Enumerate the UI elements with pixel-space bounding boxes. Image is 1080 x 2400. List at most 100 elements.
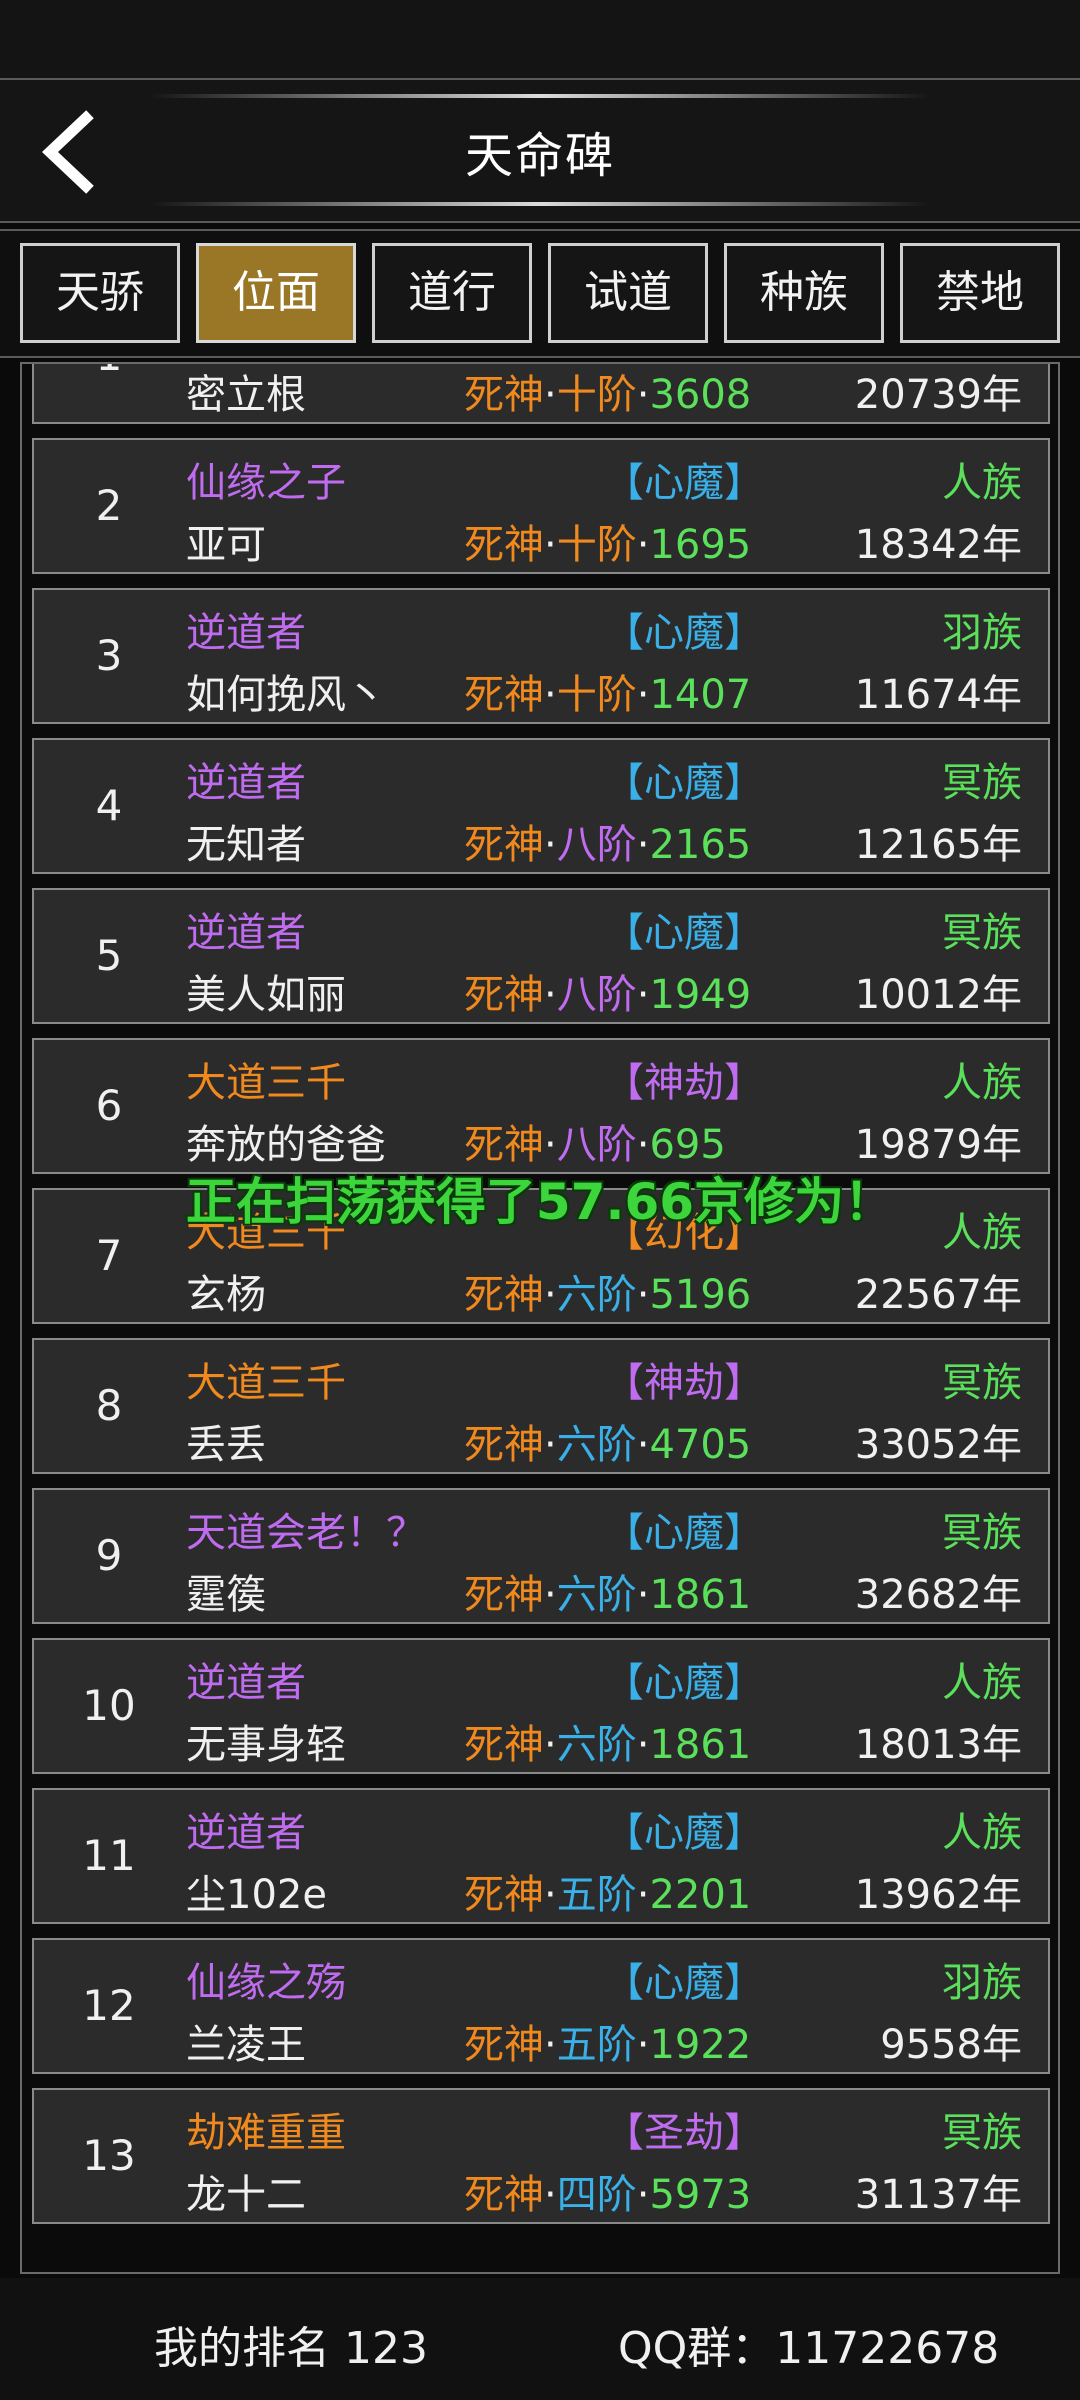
player-name: 龙十二: [186, 2172, 306, 2218]
separator-dot: ·: [636, 1572, 650, 1618]
race-label: 人族: [942, 1660, 1022, 1706]
tab-zhongzu[interactable]: 种族: [724, 243, 884, 343]
tab-bar: 天骄 位面 道行 试道 种族 禁地: [0, 229, 1080, 358]
realm-label: 死神: [464, 1272, 544, 1318]
cultivation-level: 死神·五阶·1922: [464, 2012, 751, 2070]
ranking-row[interactable]: 6 大道三千 【神劫】 人族 奔放的爸爸 死神·八阶·695 19879年: [32, 1038, 1050, 1174]
ranking-list-content: 1密立根死神·十阶·360820739年2仙缘之子【心魔】人族亚可死神·十阶·1…: [22, 364, 1058, 2272]
player-title: 逆道者: [186, 910, 306, 956]
separator-dot: ·: [636, 972, 650, 1018]
ranking-row[interactable]: 11 逆道者 【心魔】 人族 尘102e 死神·五阶·2201 13962年: [32, 1788, 1050, 1924]
separator-dot: ·: [636, 1722, 650, 1768]
tab-weimian[interactable]: 位面: [196, 243, 356, 343]
tab-shidao[interactable]: 试道: [548, 243, 708, 343]
tab-jindi[interactable]: 禁地: [900, 243, 1060, 343]
player-title: 大道三千: [186, 1060, 346, 1106]
tribulation-tag: 【心魔】: [604, 460, 764, 506]
rank-number: 12: [82, 1981, 136, 2030]
realm-label: 死神: [464, 522, 544, 568]
ranking-row[interactable]: 1密立根死神·十阶·360820739年: [32, 364, 1050, 424]
separator-dot: ·: [636, 822, 650, 868]
rank-number: 13: [82, 2131, 136, 2180]
race-label: 人族: [942, 1810, 1022, 1856]
rank-number: 10: [82, 1681, 136, 1730]
realm-label: 死神: [464, 822, 544, 868]
stage-label: 六阶: [556, 1272, 637, 1318]
race-label: 冥族: [942, 1510, 1022, 1556]
score-value: 2165: [649, 822, 752, 868]
rank-number: 6: [95, 1081, 123, 1130]
player-name: 无事身轻: [186, 1722, 346, 1768]
separator-dot: ·: [544, 2172, 557, 2218]
stage-label: 五阶: [556, 2022, 637, 2068]
score-value: 1949: [649, 972, 752, 1018]
rank-number: 3: [95, 631, 123, 680]
status-bar: [0, 0, 1080, 78]
player-name: 密立根: [186, 372, 306, 418]
score-value: 1861: [649, 1572, 752, 1618]
race-label: 人族: [942, 460, 1022, 506]
qq-group-label: QQ群：11722678: [618, 2323, 1000, 2374]
score-value: 1922: [649, 2022, 752, 2068]
score-value: 1695: [649, 522, 752, 568]
cultivation-level: 死神·四阶·5973: [464, 2162, 751, 2220]
ranking-row[interactable]: 8 大道三千 【神劫】 冥族 丢丢 死神·六阶·4705 33052年: [32, 1338, 1050, 1474]
years-value: 22567年: [854, 1272, 1022, 1318]
separator-dot: ·: [636, 2172, 650, 2218]
player-name: 尘102e: [186, 1872, 327, 1918]
player-title: 劫难重重: [186, 2110, 346, 2156]
tribulation-tag: 【神劫】: [604, 1060, 764, 1106]
ranking-row[interactable]: 9 天道会老！？ 【心魔】 冥族 霆篌 死神·六阶·1861 32682年: [32, 1488, 1050, 1624]
realm-label: 死神: [464, 372, 544, 418]
realm-label: 死神: [464, 2022, 544, 2068]
cultivation-level: 死神·五阶·2201: [464, 1862, 751, 1920]
player-name: 美人如丽: [186, 972, 346, 1018]
ranking-row[interactable]: 5 逆道者 【心魔】 冥族 美人如丽 死神·八阶·1949 10012年: [32, 888, 1050, 1024]
score-value: 1861: [649, 1722, 752, 1768]
player-title: 仙缘之殇: [186, 1960, 346, 2006]
years-value: 20739年: [854, 372, 1022, 418]
tab-tianjiao[interactable]: 天骄: [20, 243, 180, 343]
score-value: 1407: [649, 672, 752, 718]
stage-label: 十阶: [556, 372, 637, 418]
score-value: 3608: [649, 372, 752, 418]
separator-dot: ·: [544, 1422, 557, 1468]
ranking-row[interactable]: 10 逆道者 【心魔】 人族 无事身轻 死神·六阶·1861 18013年: [32, 1638, 1050, 1774]
race-label: 冥族: [942, 1360, 1022, 1406]
tribulation-tag: 【心魔】: [604, 1510, 764, 1556]
player-name: 玄杨: [186, 1272, 266, 1318]
ranking-row[interactable]: 2 仙缘之子 【心魔】 人族 亚可 死神·十阶·1695 18342年: [32, 438, 1050, 574]
realm-label: 死神: [464, 972, 544, 1018]
ranking-row[interactable]: 13 劫难重重 【圣劫】 冥族 龙十二 死神·四阶·5973 31137年: [32, 2088, 1050, 2224]
race-label: 冥族: [942, 910, 1022, 956]
rank-number: 9: [95, 1531, 123, 1580]
player-title: 仙缘之子: [186, 460, 346, 506]
rank-number: 11: [82, 1831, 136, 1880]
cultivation-level: 死神·六阶·5196: [464, 1262, 751, 1320]
realm-label: 死神: [464, 1872, 544, 1918]
ranking-row[interactable]: 4 逆道者 【心魔】 冥族 无知者 死神·八阶·2165 12165年: [32, 738, 1050, 874]
cultivation-level: 死神·十阶·1695: [464, 512, 751, 570]
separator-dot: ·: [544, 522, 557, 568]
player-title: 逆道者: [186, 610, 306, 656]
cultivation-level: 死神·六阶·1861: [464, 1562, 751, 1620]
years-value: 33052年: [854, 1422, 1022, 1468]
stage-label: 六阶: [556, 1572, 637, 1618]
ranking-row[interactable]: 12 仙缘之殇 【心魔】 羽族 兰凌王 死神·五阶·1922 9558年: [32, 1938, 1050, 2074]
my-rank-label: 我的排名 123: [154, 2323, 428, 2374]
tab-daoxing[interactable]: 道行: [372, 243, 532, 343]
race-label: 冥族: [942, 2110, 1022, 2156]
player-name: 如何挽风丶: [186, 672, 386, 718]
ranking-row[interactable]: 3 逆道者 【心魔】 羽族 如何挽风丶 死神·十阶·1407 11674年: [32, 588, 1050, 724]
rank-number: 8: [95, 1381, 123, 1430]
separator-dot: ·: [636, 1422, 650, 1468]
realm-label: 死神: [464, 2172, 544, 2218]
footer-bar: 我的排名 123 QQ群：11722678: [0, 2278, 1080, 2400]
player-name: 丢丢: [186, 1422, 266, 1468]
ranking-list[interactable]: 1密立根死神·十阶·360820739年2仙缘之子【心魔】人族亚可死神·十阶·1…: [20, 362, 1060, 2274]
player-title: 逆道者: [186, 1660, 306, 1706]
separator-dot: ·: [544, 1272, 557, 1318]
rank-number: 4: [95, 781, 123, 830]
stage-label: 十阶: [556, 522, 637, 568]
tribulation-tag: 【心魔】: [604, 1810, 764, 1856]
